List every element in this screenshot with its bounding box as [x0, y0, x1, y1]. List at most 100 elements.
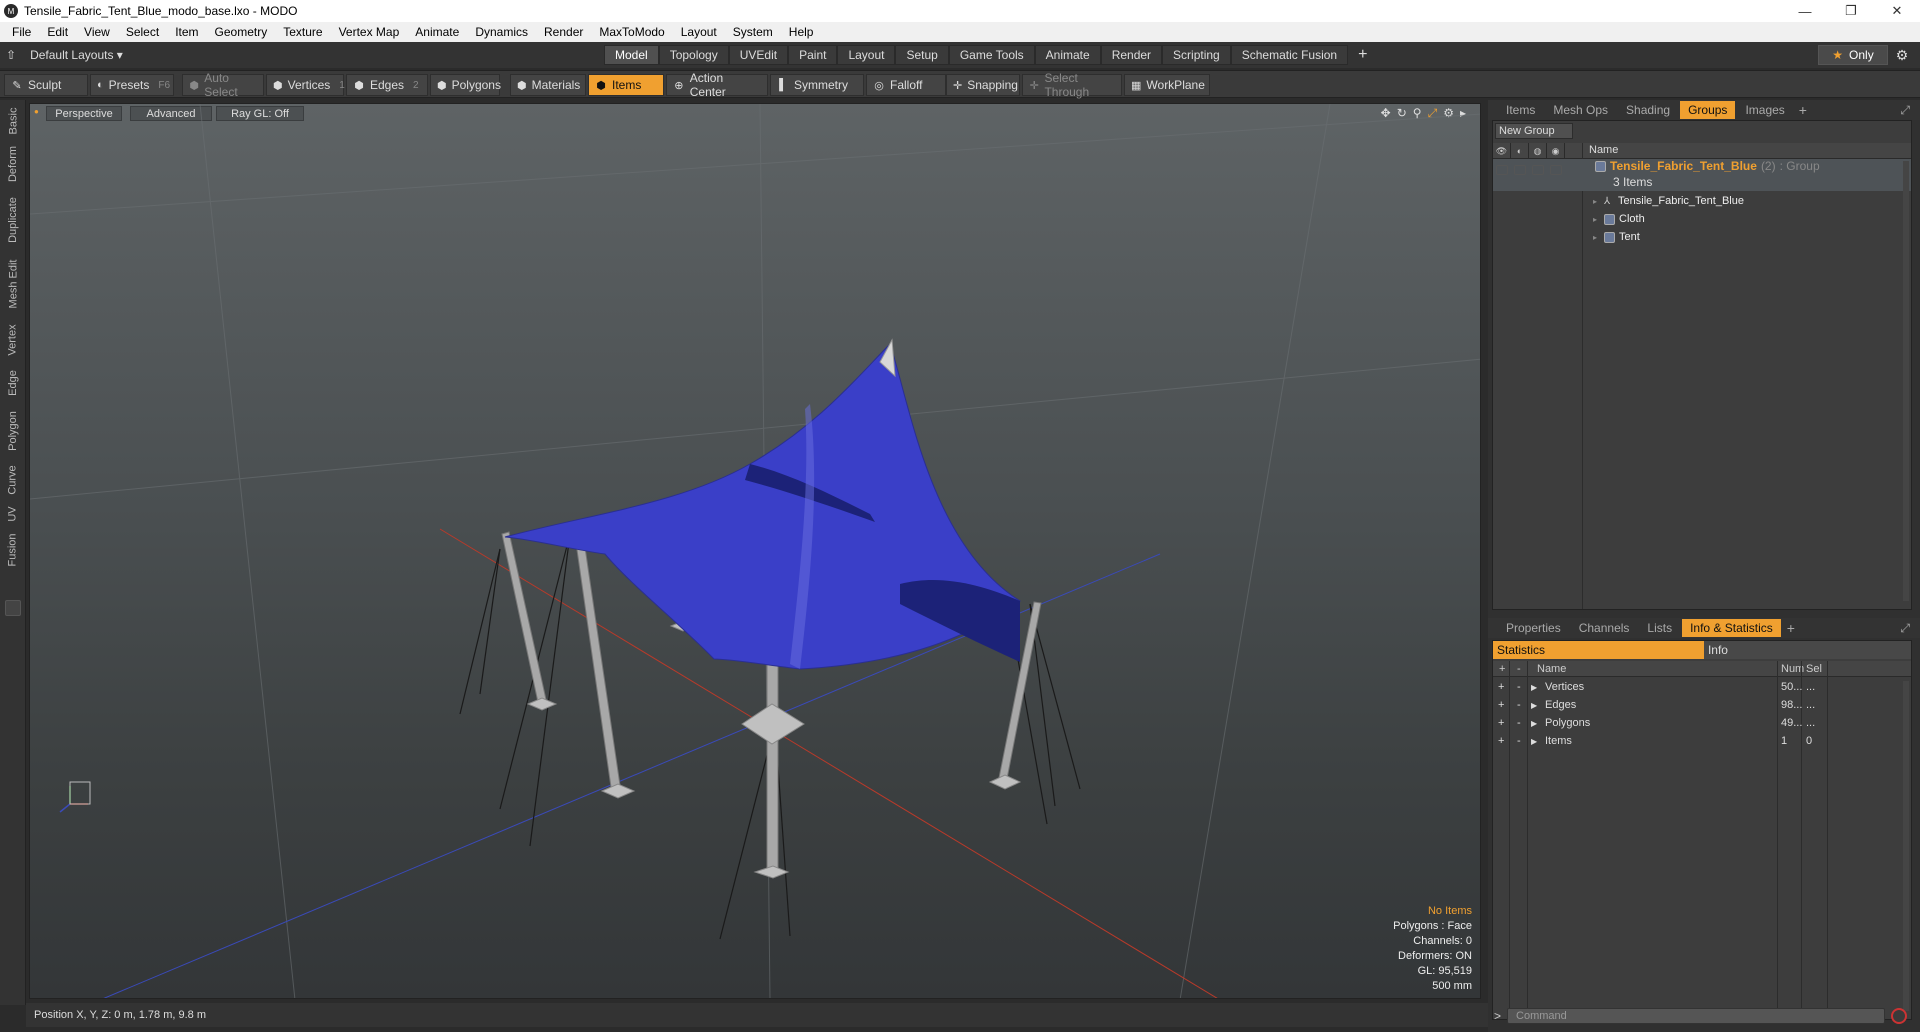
falloff-button[interactable]: ◎ Falloff — [866, 74, 946, 96]
group-row-selected[interactable]: Tensile_Fabric_Tent_Blue (2) : Group 3 I… — [1493, 159, 1911, 191]
menu-edit[interactable]: Edit — [39, 25, 76, 39]
list-item[interactable]: ▸ ⅄ Tensile_Fabric_Tent_Blue — [1493, 193, 1911, 211]
tab-mesh-ops[interactable]: Mesh Ops — [1545, 101, 1616, 119]
remove-icon[interactable]: - — [1517, 699, 1521, 711]
tab-lists[interactable]: Lists — [1639, 619, 1680, 637]
tab-images[interactable]: Images — [1737, 101, 1792, 119]
tab-properties[interactable]: Properties — [1498, 619, 1569, 637]
action-center-button[interactable]: ⊕ Action Center — [666, 71, 768, 99]
remove-icon[interactable]: - — [1517, 735, 1521, 747]
vtab-duplicate[interactable]: Duplicate — [3, 192, 23, 248]
statistics-scrollbar[interactable] — [1903, 681, 1909, 1011]
expand-arrow-icon[interactable]: ▶ — [1531, 701, 1537, 710]
snapping-button[interactable]: ✛ Snapping — [946, 74, 1020, 96]
record-icon[interactable] — [1891, 1008, 1908, 1024]
table-row[interactable]: + - ▶ Edges 98... ... — [1493, 697, 1911, 715]
table-row[interactable]: + - ▶ Polygons 49... ... — [1493, 715, 1911, 733]
tab-channels[interactable]: Channels — [1571, 619, 1638, 637]
tab-animate[interactable]: Animate — [1034, 45, 1101, 65]
tab-groups[interactable]: Groups — [1680, 101, 1736, 119]
edges-button[interactable]: ⬢ Edges 2 — [346, 74, 428, 96]
vtab-edge[interactable]: Edge — [3, 366, 23, 400]
render-col-icon[interactable]: ◐ — [1511, 143, 1529, 159]
expand-arrow-icon[interactable]: ▶ — [1531, 719, 1537, 728]
add-panel-tab-button[interactable]: + — [1795, 101, 1811, 119]
workplane-button[interactable]: ▦ WorkPlane — [1124, 74, 1210, 96]
menu-vertex-map[interactable]: Vertex Map — [331, 25, 408, 39]
menu-geometry[interactable]: Geometry — [207, 25, 276, 39]
layouts-dropdown[interactable]: Default Layouts ▾ — [30, 48, 123, 62]
layout-pin-icon[interactable]: ⇧ — [6, 48, 16, 62]
menu-maxtomodo[interactable]: MaxToModo — [591, 25, 672, 39]
tab-model[interactable]: Model — [604, 45, 659, 65]
strip-toggle-button[interactable] — [5, 600, 21, 616]
sculpt-button[interactable]: ✎ Sculpt — [4, 74, 88, 96]
polygons-button[interactable]: ⬢ Polygons — [430, 74, 501, 96]
3d-viewport[interactable]: ● Perspective Advanced Ray GL: Off ✥ ↻ ⚲… — [29, 103, 1481, 999]
vtab-uv[interactable]: UV — [3, 504, 23, 524]
tab-uvedit[interactable]: UVEdit — [728, 45, 789, 65]
tab-layout[interactable]: Layout — [837, 45, 896, 65]
add-icon[interactable]: + — [1498, 717, 1504, 729]
vtab-polygon[interactable]: Polygon — [3, 406, 23, 456]
lock-col-icon[interactable]: ◍ — [1529, 143, 1547, 159]
menu-layout[interactable]: Layout — [673, 25, 725, 39]
expand-arrow-icon[interactable]: ▸ — [1593, 197, 1597, 206]
add-icon[interactable]: + — [1498, 735, 1504, 747]
items-button[interactable]: ⬢ Items — [588, 74, 664, 96]
expand-arrow-icon[interactable]: ▶ — [1531, 737, 1537, 746]
new-group-button[interactable]: New Group — [1495, 123, 1573, 139]
vtab-basic[interactable]: Basic — [3, 104, 23, 138]
tab-setup[interactable]: Setup — [895, 45, 949, 65]
menu-animate[interactable]: Animate — [407, 25, 467, 39]
expand-arrow-icon[interactable]: ▸ — [1593, 233, 1597, 242]
menu-dynamics[interactable]: Dynamics — [467, 25, 536, 39]
tab-info-statistics[interactable]: Info & Statistics — [1682, 619, 1781, 637]
tab-render[interactable]: Render — [1100, 45, 1163, 65]
visibility-col-icon[interactable]: 👁 — [1493, 143, 1511, 159]
add-icon[interactable]: + — [1498, 681, 1504, 693]
groups-scrollbar[interactable] — [1903, 161, 1909, 601]
auto-select-button[interactable]: ⬢ Auto Select — [182, 71, 264, 99]
tab-info[interactable]: Info — [1703, 641, 1911, 659]
symmetry-button[interactable]: ▌ Symmetry — [770, 74, 864, 96]
add-bottom-tab-button[interactable]: + — [1783, 619, 1799, 637]
vtab-mesh-edit[interactable]: Mesh Edit — [3, 254, 23, 314]
table-row[interactable]: + - ▶ Vertices 50... ... — [1493, 679, 1911, 697]
vertices-button[interactable]: ⬢ Vertices 1 — [266, 74, 345, 96]
expand-icon[interactable]: ⤢ — [1900, 621, 1910, 636]
minimize-button[interactable]: — — [1782, 0, 1828, 22]
group-render-toggle[interactable] — [1514, 165, 1526, 175]
tab-items[interactable]: Items — [1498, 101, 1543, 119]
tab-shading[interactable]: Shading — [1618, 101, 1678, 119]
menu-item[interactable]: Item — [167, 25, 206, 39]
command-input[interactable]: Command — [1507, 1008, 1886, 1024]
menu-view[interactable]: View — [76, 25, 118, 39]
list-item[interactable]: ▸ Cloth — [1493, 211, 1911, 229]
menu-help[interactable]: Help — [781, 25, 822, 39]
menu-select[interactable]: Select — [118, 25, 167, 39]
group-select-toggle[interactable] — [1550, 165, 1562, 175]
add-tab-button[interactable]: + — [1348, 45, 1377, 65]
tab-paint[interactable]: Paint — [788, 45, 838, 65]
add-icon[interactable]: + — [1498, 699, 1504, 711]
close-button[interactable]: ✕ — [1874, 0, 1920, 22]
list-item[interactable]: ▸ Tent — [1493, 229, 1911, 247]
tab-statistics[interactable]: Statistics — [1493, 641, 1704, 659]
expand-icon[interactable]: ⤢ — [1900, 103, 1910, 118]
tab-game-tools[interactable]: Game Tools — [948, 45, 1035, 65]
table-row[interactable]: + - ▶ Items 1 0 — [1493, 733, 1911, 751]
select-through-button[interactable]: ✛ Select Through — [1022, 71, 1122, 99]
add-col-icon[interactable]: + — [1499, 663, 1505, 675]
remove-col-icon[interactable]: - — [1517, 663, 1521, 675]
group-visibility-toggle[interactable] — [1496, 165, 1508, 175]
select-col-icon[interactable]: ◉ — [1547, 143, 1565, 159]
menu-system[interactable]: System — [725, 25, 781, 39]
tab-topology[interactable]: Topology — [658, 45, 729, 65]
only-button[interactable]: ★ Only — [1818, 45, 1888, 65]
expand-arrow-icon[interactable]: ▶ — [1531, 683, 1537, 692]
tab-schematic-fusion[interactable]: Schematic Fusion — [1230, 45, 1349, 65]
tab-scripting[interactable]: Scripting — [1162, 45, 1231, 65]
remove-icon[interactable]: - — [1517, 681, 1521, 693]
menu-render[interactable]: Render — [536, 25, 591, 39]
